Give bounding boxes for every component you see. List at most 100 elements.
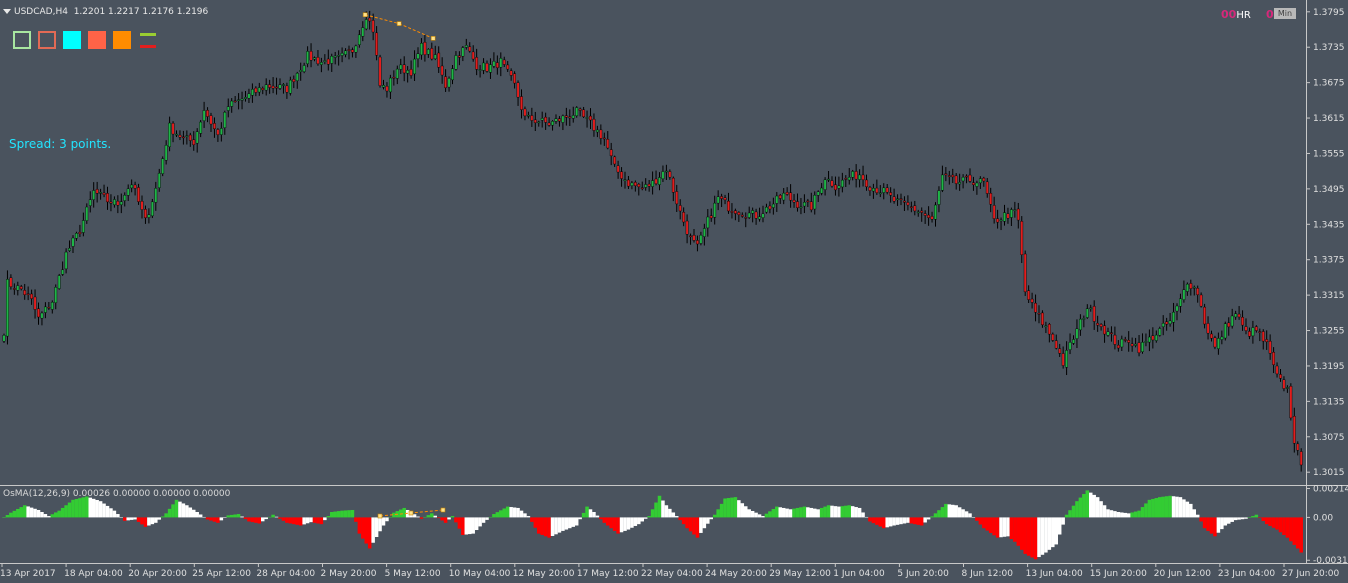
osma-bar: [664, 505, 669, 518]
orange-fill-button[interactable]: [113, 31, 131, 49]
osma-bar: [809, 507, 814, 518]
osma-bar: [374, 517, 379, 537]
osma-bar: [43, 514, 48, 518]
osma-bar: [1061, 517, 1065, 525]
osma-bar: [623, 517, 627, 531]
osma-bar: [236, 514, 241, 518]
osma-bar: [412, 514, 417, 518]
osma-bar: [640, 517, 644, 522]
osma-bar: [274, 516, 279, 518]
osma-bar: [719, 503, 724, 518]
osma-bar: [1206, 517, 1210, 531]
osma-bar: [1123, 512, 1127, 518]
cyan-fill-button[interactable]: [63, 31, 81, 49]
osma-bar: [371, 517, 375, 543]
osma-trend-handle: [440, 507, 446, 513]
osma-bar: [1144, 503, 1148, 518]
osma-bar: [1020, 517, 1024, 550]
price-tick-label: 1.3615: [1313, 114, 1345, 124]
osma-bar: [323, 517, 327, 521]
osma-bar: [1178, 497, 1183, 518]
osma-bar: [1264, 517, 1269, 525]
osma-bar: [1040, 517, 1045, 555]
osma-bar: [264, 517, 268, 520]
candle: [1289, 383, 1293, 421]
osma-bar: [1185, 501, 1190, 518]
time-tick-label: 8 Jun 12:00: [962, 569, 1014, 579]
osma-bar: [692, 517, 696, 535]
line-style-button[interactable]: [138, 31, 156, 51]
osma-bar: [91, 498, 96, 518]
osma-bar: [806, 507, 810, 518]
osma-bar: [1161, 496, 1165, 518]
osma-bar: [1006, 517, 1010, 537]
osma-bar: [1275, 517, 1279, 530]
candle: [575, 106, 579, 118]
candle: [1213, 335, 1217, 350]
osma-bar: [951, 504, 955, 518]
osma-bar: [850, 506, 855, 518]
osma-bar: [223, 517, 227, 518]
osma-bar: [785, 508, 789, 518]
osma-bar: [485, 517, 489, 520]
osma-bar: [1268, 517, 1272, 526]
osma-bar: [1116, 512, 1121, 518]
symbol-header[interactable]: USDCAD,H4 1.2201 1.2217 1.2176 1.2196: [3, 7, 208, 17]
osma-bar: [985, 517, 989, 531]
time-tick-label: 13 Apr 2017: [0, 569, 56, 579]
osma-bar: [530, 517, 534, 522]
dropdown-triangle-icon[interactable]: [3, 9, 11, 14]
osma-bar: [67, 502, 72, 518]
osma-bar: [888, 517, 893, 527]
rect-red-outline-button[interactable]: [38, 31, 56, 49]
osma-bar: [192, 509, 196, 518]
osma-bar: [944, 503, 948, 518]
osma-bar: [433, 515, 437, 518]
osma-bar: [50, 514, 55, 518]
rect-green-outline-button[interactable]: [13, 31, 31, 49]
salmon-fill-button[interactable]: [88, 31, 106, 49]
osma-bar: [254, 517, 258, 523]
osma-bar: [492, 514, 496, 518]
osma-bar: [119, 517, 124, 518]
osma-bar: [464, 517, 469, 535]
osma-bar: [281, 517, 286, 521]
osma-bar: [882, 517, 886, 529]
osma-bar: [512, 507, 517, 518]
osma-bar: [1078, 497, 1083, 518]
osma-bar: [1064, 514, 1069, 518]
osma-bar: [844, 505, 848, 518]
osma-bar: [892, 517, 896, 526]
osma-bar: [385, 517, 389, 522]
osma-bar: [78, 498, 82, 518]
osma-bar: [305, 517, 310, 524]
hr-button[interactable]: 00HR: [1221, 8, 1251, 21]
osma-bar: [343, 510, 348, 518]
osma-bar: [1209, 517, 1214, 534]
osma-bar: [1120, 512, 1124, 518]
osma-bar: [1216, 517, 1221, 533]
osma-bar: [554, 517, 558, 535]
osma-bar: [1140, 507, 1145, 518]
osma-bar: [419, 517, 424, 519]
time-tick-label: 28 Apr 04:00: [256, 569, 315, 579]
osma-bar: [947, 504, 952, 518]
osma-bar: [109, 508, 113, 518]
osma-bar: [354, 517, 358, 522]
osma-bar: [826, 505, 831, 518]
osma-bar: [1244, 517, 1248, 519]
osma-bar: [1213, 517, 1217, 537]
osma-bar: [757, 514, 762, 518]
osma-bar: [654, 502, 658, 518]
osma-bar: [33, 508, 37, 518]
osma-bar: [968, 513, 972, 518]
time-tick-label: 2 May 20:00: [321, 569, 377, 579]
osma-bar: [819, 507, 824, 518]
osma-bar: [716, 509, 720, 518]
osma-bar: [1082, 493, 1086, 518]
osma-bar: [602, 517, 607, 523]
osma-bar: [1164, 496, 1169, 518]
osma-bar: [581, 512, 586, 518]
candle: [150, 198, 154, 219]
osma-bar: [616, 517, 620, 534]
